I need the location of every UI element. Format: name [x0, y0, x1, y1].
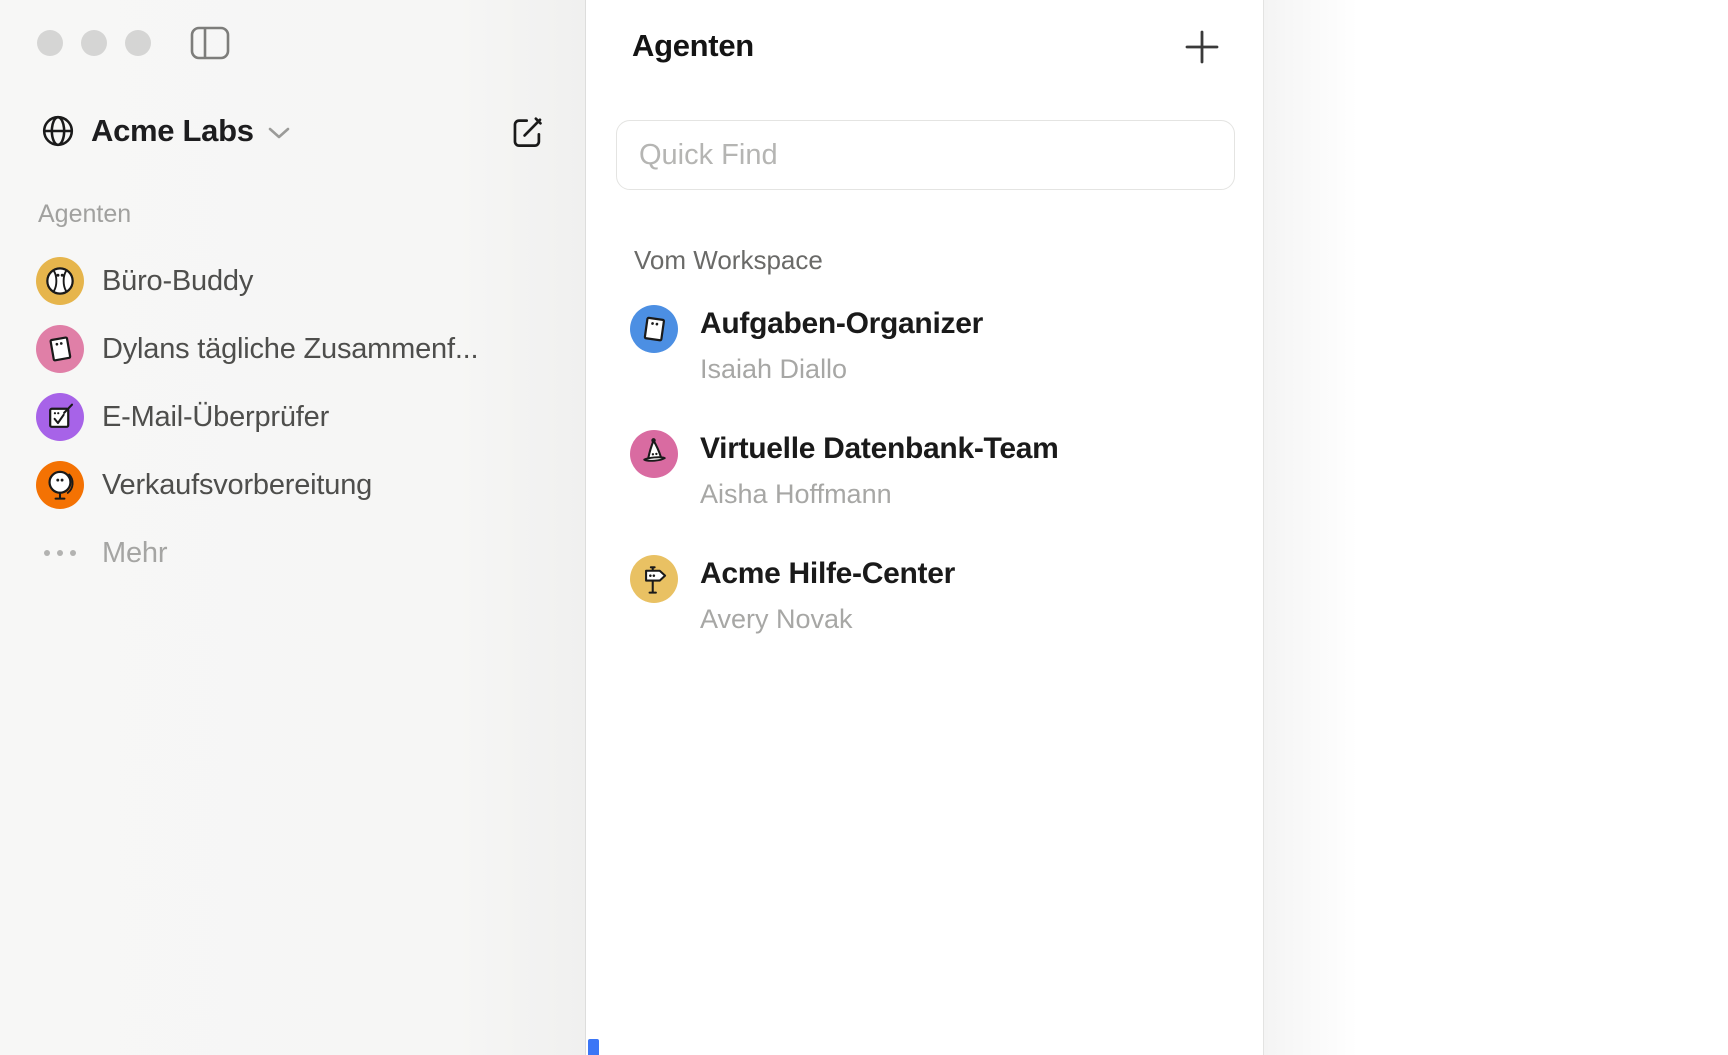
sidebar-item-label: Büro-Buddy [102, 265, 253, 298]
sidebar-item-more[interactable]: Mehr [36, 519, 579, 587]
chevron-down-icon [267, 126, 291, 140]
panel-section-label: Vom Workspace [634, 245, 823, 276]
compose-icon[interactable] [508, 113, 546, 151]
signpost-doodle-icon [630, 555, 678, 603]
sidebar-item-label: E-Mail-Überprüfer [102, 401, 329, 434]
panel-title: Agenten [632, 28, 754, 64]
agent-owner: Avery Novak [700, 604, 955, 634]
sidebar-toggle-icon[interactable] [190, 26, 230, 60]
workspace-switcher[interactable]: Acme Labs [40, 111, 291, 151]
sidebar-item-verkaufsvorbereitung[interactable]: Verkaufsvorbereitung [36, 451, 579, 519]
sidebar-section-label: Agenten [38, 200, 131, 229]
agent-row-aufgaben-organizer[interactable]: Aufgaben-Organizer Isaiah Diallo [630, 303, 1243, 384]
ellipsis-icon [40, 547, 80, 559]
note-doodle-icon [630, 305, 678, 353]
main-content-area [1264, 0, 1728, 1055]
agent-name: Aufgaben-Organizer [700, 307, 983, 341]
agent-row-acme-hilfe-center[interactable]: Acme Hilfe-Center Avery Novak [630, 553, 1243, 634]
agent-name: Virtuelle Datenbank-Team [700, 432, 1058, 466]
witch-hat-doodle-icon [630, 430, 678, 478]
globe-icon [40, 113, 76, 149]
quick-find-input[interactable] [616, 120, 1235, 190]
minimize-window-button[interactable] [81, 30, 107, 56]
sidebar-item-label: Verkaufsvorbereitung [102, 469, 372, 502]
add-agent-button[interactable] [1183, 28, 1221, 66]
sidebar-item-label: Dylans tägliche Zusammenf... [102, 333, 478, 366]
agent-owner: Aisha Hoffmann [700, 479, 1058, 509]
sidebar-item-dylans-zusammenfassung[interactable]: Dylans tägliche Zusammenf... [36, 315, 579, 383]
agent-name: Acme Hilfe-Center [700, 557, 955, 591]
sidebar-more-label: Mehr [102, 537, 167, 570]
note-doodle-icon [36, 325, 84, 373]
checkbox-doodle-icon [36, 393, 84, 441]
agent-row-virtuelle-datenbank-team[interactable]: Virtuelle Datenbank-Team Aisha Hoffmann [630, 428, 1243, 509]
agent-owner: Isaiah Diallo [700, 354, 983, 384]
ball-doodle-icon [36, 257, 84, 305]
plus-icon [1183, 28, 1221, 66]
sidebar-agent-list: Büro-Buddy Dylans tägliche Zusammenf... [36, 247, 579, 587]
sidebar-item-buero-buddy[interactable]: Büro-Buddy [36, 247, 579, 315]
sidebar-item-email-ueberpruefer[interactable]: E-Mail-Überprüfer [36, 383, 579, 451]
agent-list: Aufgaben-Organizer Isaiah Diallo [630, 303, 1243, 678]
app-window: Acme Labs Agenten [0, 0, 1728, 1055]
workspace-name: Acme Labs [91, 113, 254, 149]
desk-globe-doodle-icon [36, 461, 84, 509]
zoom-window-button[interactable] [125, 30, 151, 56]
traffic-lights [37, 30, 151, 56]
sidebar: Acme Labs Agenten [0, 0, 586, 1055]
bottom-edge-blue-fragment [588, 1039, 599, 1055]
agents-panel: Agenten Vom Workspace Aufg [586, 0, 1264, 1055]
close-window-button[interactable] [37, 30, 63, 56]
